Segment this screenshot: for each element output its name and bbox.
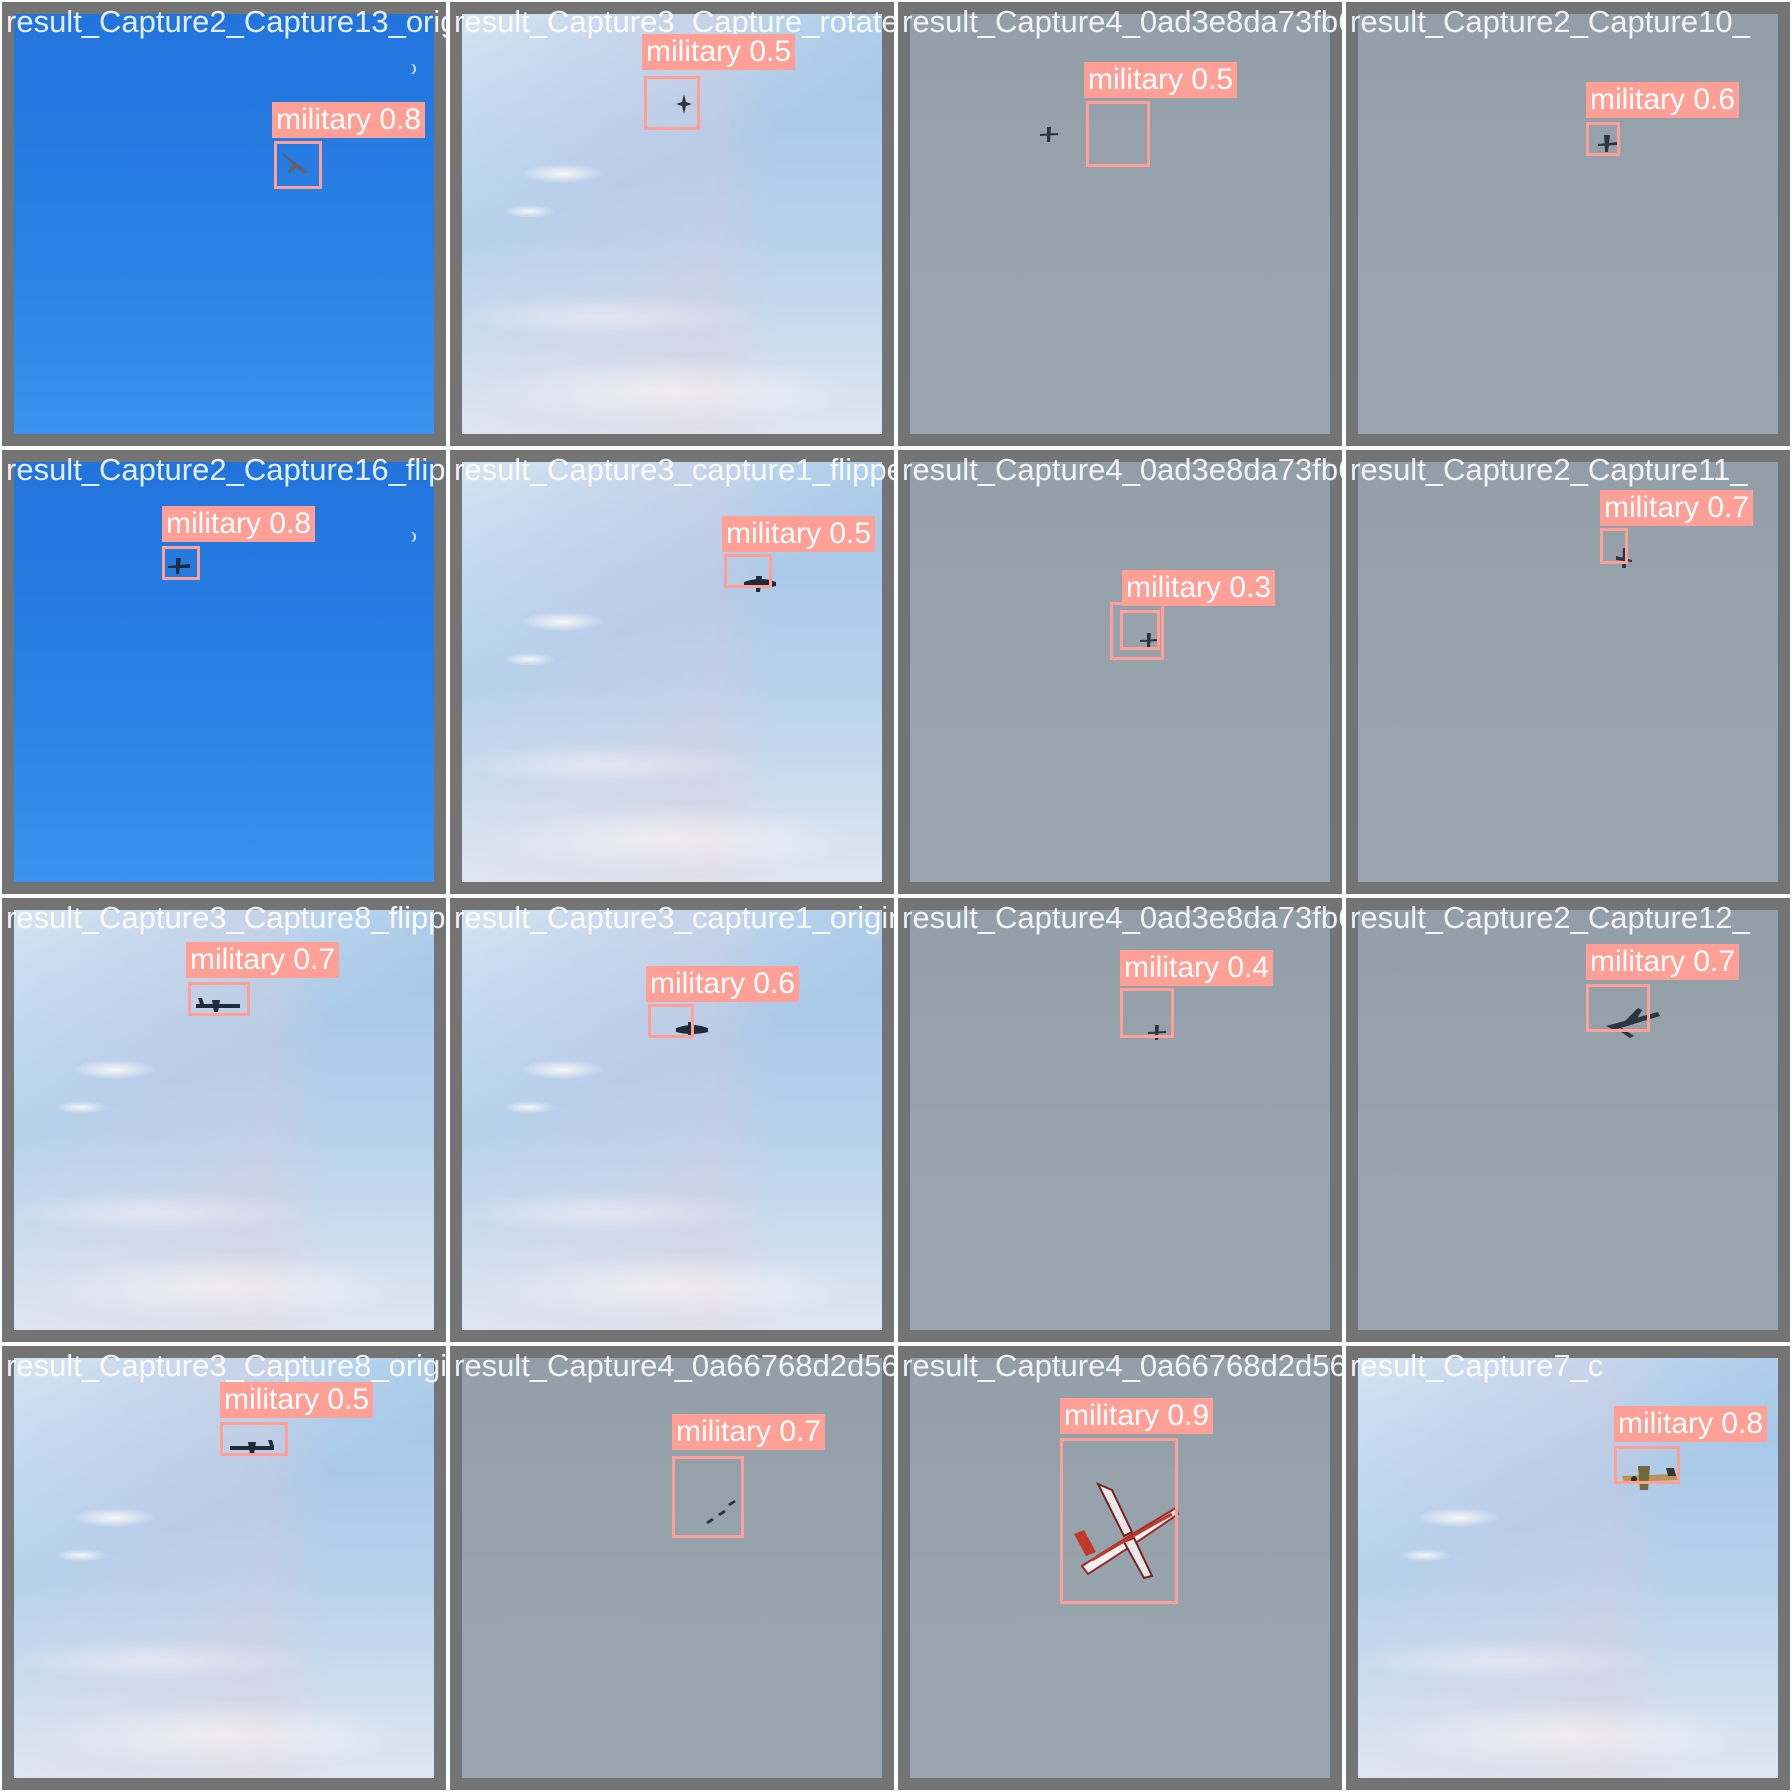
- detection-label: military 0.8: [272, 102, 426, 138]
- tile-11: military 0.4 result_Capture4_0ad3e8da73f…: [896, 896, 1344, 1344]
- tile-1: military 0.8 result_Capture2_Capture13_o…: [0, 0, 448, 448]
- detection-label: military 0.7: [186, 942, 340, 978]
- detection-box: [1060, 1438, 1178, 1604]
- detection-box: [188, 982, 250, 1016]
- detection-label: military 0.5: [722, 516, 876, 552]
- tile-9: military 0.7 result_Capture3_Capture8_fl…: [0, 896, 448, 1344]
- detection-box: [724, 554, 772, 588]
- detection-label: military 0.5: [642, 34, 796, 70]
- tile-title: result_Capture3_Capture8_original: [6, 1348, 448, 1383]
- detection-box: [1086, 101, 1150, 167]
- tile-16: military 0.8 result_Capture7_c: [1344, 1344, 1792, 1792]
- detection-box: [1120, 988, 1174, 1038]
- tile-5: military 0.8 result_Capture2_Capture16_f…: [0, 448, 448, 896]
- detection-label: military 0.5: [220, 1382, 374, 1418]
- tile-14: military 0.7 result_Capture4_0a66768d2d5…: [448, 1344, 896, 1792]
- tile-7: military 0.3 result_Capture4_0ad3e8da73f…: [896, 448, 1344, 896]
- tile-title: result_Capture3_capture1_flipped_origina…: [454, 452, 894, 487]
- aircraft-icon: [1040, 127, 1058, 142]
- detection-label: military 0.7: [1586, 944, 1740, 980]
- detection-box: [672, 1456, 744, 1538]
- detection-label: military 0.4: [1120, 950, 1274, 986]
- tile-2: military 0.5 result_Capture3_Capture_rot…: [448, 0, 896, 448]
- detection-box: [162, 546, 200, 580]
- sky-photo: [910, 462, 1330, 882]
- tile-title: result_Capture4_0ad3e8da73fb672c29bf049_…: [902, 900, 1342, 935]
- detection-label: military 0.9: [1060, 1398, 1214, 1434]
- tile-title: result_Capture2_Capture13_original_Captu…: [6, 4, 446, 39]
- moon: [406, 64, 414, 74]
- detection-box: [220, 1422, 288, 1456]
- tile-4: military 0.6 result_Capture2_Capture10_: [1344, 0, 1792, 448]
- tile-title: result_Capture2_Capture11_: [1350, 452, 1748, 487]
- tile-title: result_Capture3_capture1_original: [454, 900, 896, 935]
- tile-title: result_Capture2_Capture16_flipped: [6, 452, 446, 487]
- tile-13: military 0.5 result_Capture3_Capture8_or…: [0, 1344, 448, 1792]
- moon: [406, 532, 414, 542]
- tile-6: military 0.5 result_Capture3_capture1_fl…: [448, 448, 896, 896]
- detection-mosaic: military 0.8 result_Capture2_Capture13_o…: [0, 0, 1792, 1792]
- sky-photo: [1358, 14, 1778, 434]
- detection-box: [1614, 1446, 1680, 1484]
- tile-title: result_Capture4_0a66768d2d56de9bbe424357…: [902, 1348, 1342, 1383]
- sky-photo: [14, 14, 434, 434]
- tile-10: military 0.6 result_Capture3_capture1_or…: [448, 896, 896, 1344]
- tile-title: result_Capture4_0a66768d2d56de9bbe424357…: [454, 1348, 894, 1383]
- tile-3: military 0.5 result_Capture4_0ad3e8da73f…: [896, 0, 1344, 448]
- detection-box: [1600, 528, 1628, 564]
- tile-12: military 0.7 result_Capture2_Capture12_: [1344, 896, 1792, 1344]
- tile-title: result_Capture2_Capture10_: [1350, 4, 1750, 39]
- detection-box: [274, 141, 322, 189]
- detection-label: military 0.8: [1614, 1406, 1768, 1442]
- detection-label: military 0.7: [672, 1414, 826, 1450]
- detection-label: military 0.5: [1084, 62, 1238, 98]
- detection-label: military 0.7: [1600, 490, 1754, 526]
- tile-title: result_Capture4_0ad3e8da73fb672c29bf049_…: [902, 452, 1342, 487]
- detection-label: military 0.3: [1122, 570, 1276, 606]
- detection-label: military 0.6: [646, 966, 800, 1002]
- tile-15: military 0.9 result_Capture4_0a66768d2d5…: [896, 1344, 1344, 1792]
- sky-photo: [14, 1358, 434, 1778]
- detection-box: [648, 1004, 694, 1038]
- tile-title: result_Capture2_Capture12_: [1350, 900, 1750, 935]
- detection-label: military 0.8: [162, 506, 316, 542]
- detection-box: [1586, 984, 1650, 1032]
- detection-box: [1586, 122, 1620, 156]
- tile-title: result_Capture7_c: [1350, 1348, 1604, 1383]
- tile-8: military 0.7 result_Capture2_Capture11_: [1344, 448, 1792, 896]
- tile-title: result_Capture3_Capture8_flipped: [6, 900, 448, 935]
- detection-box: [644, 76, 700, 130]
- tile-title: result_Capture4_0ad3e8da73fb672c29bf049_…: [902, 4, 1342, 39]
- detection-label: military 0.6: [1586, 82, 1740, 118]
- detection-box: [1120, 610, 1160, 650]
